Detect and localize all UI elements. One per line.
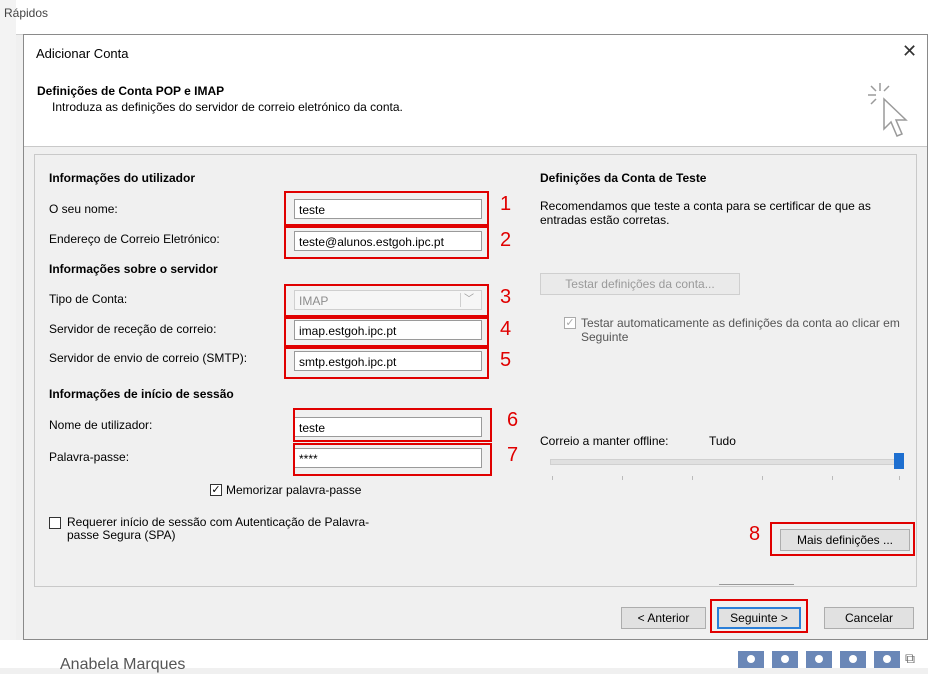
close-icon[interactable]: ✕: [902, 41, 917, 62]
incoming-server-label: Servidor de receção de correio:: [49, 322, 217, 336]
test-section-title: Definições da Conta de Teste: [540, 171, 707, 185]
test-account-settings-button[interactable]: Testar definições da conta...: [540, 273, 740, 295]
annotation-number-3: 3: [500, 286, 512, 308]
annotation-number-1: 1: [500, 193, 512, 215]
email-label: Endereço de Correio Eletrónico:: [49, 232, 220, 246]
divider: [719, 584, 794, 585]
annotation-box-6: [293, 408, 492, 442]
slider-tick: [762, 476, 763, 480]
people-avatar-icon[interactable]: [806, 651, 832, 668]
remember-password-checkbox[interactable]: ✓: [210, 484, 222, 496]
account-type-label: Tipo de Conta:: [49, 292, 128, 306]
background-person-name: Anabela Marques: [60, 656, 186, 673]
dialog-body: Informações do utilizador O seu nome: te…: [34, 154, 917, 587]
outgoing-server-label: Servidor de envio de correio (SMTP):: [49, 351, 248, 365]
slider-tick: [622, 476, 623, 480]
slider-thumb[interactable]: [894, 453, 904, 469]
slider-tick: [832, 476, 833, 480]
offline-mail-label: Correio a manter offline:: [540, 434, 669, 448]
cancel-button[interactable]: Cancelar: [824, 607, 914, 629]
annotation-number-5: 5: [500, 349, 512, 371]
cursor-sparkle-icon: [868, 83, 908, 137]
people-avatar-icon[interactable]: [772, 651, 798, 668]
page-subheading: Introduza as definições do servidor de c…: [52, 100, 403, 114]
annotation-box-5: [284, 347, 489, 379]
background-nav-pane: [0, 0, 16, 668]
annotation-box-4: [284, 317, 489, 347]
auto-test-checkbox[interactable]: ✓: [564, 317, 576, 329]
username-label: Nome de utilizador:: [49, 418, 153, 432]
annotation-box-8: [770, 522, 915, 556]
annotation-number-6: 6: [507, 409, 519, 431]
annotation-number-2: 2: [500, 229, 512, 251]
page-heading: Definições de Conta POP e IMAP: [37, 84, 225, 98]
annotation-number-8: 8: [749, 523, 761, 545]
dialog-title: Adicionar Conta: [36, 46, 129, 61]
quick-steps-label: Rápidos: [4, 6, 49, 20]
server-info-section-title: Informações sobre o servidor: [49, 262, 218, 276]
background-ribbon: [0, 0, 928, 35]
remember-password-label: Memorizar palavra-passe: [226, 483, 362, 497]
login-info-section-title: Informações de início de sessão: [49, 387, 234, 401]
annotation-number-7: 7: [507, 444, 519, 466]
name-label: O seu nome:: [49, 202, 118, 216]
people-avatar-icon[interactable]: [840, 651, 866, 668]
add-account-dialog: Adicionar Conta ✕ Definições de Conta PO…: [23, 34, 928, 640]
user-info-section-title: Informações do utilizador: [49, 171, 196, 185]
back-button[interactable]: < Anterior: [621, 607, 706, 629]
annotation-box-2: [284, 226, 489, 259]
people-avatar-icon[interactable]: [738, 651, 764, 668]
spa-checkbox[interactable]: [49, 517, 61, 529]
slider-tick: [552, 476, 553, 480]
slider-tick: [692, 476, 693, 480]
password-label: Palavra-passe:: [49, 450, 130, 464]
annotation-box-7: [293, 443, 492, 476]
annotation-box-1: [284, 191, 489, 226]
contact-card-icon[interactable]: ⧉: [905, 650, 915, 667]
annotation-box-next: [710, 599, 808, 633]
test-description: Recomendamos que teste a conta para se c…: [540, 199, 871, 227]
slider-tick: [899, 476, 900, 480]
annotation-box-3: [284, 284, 489, 317]
offline-mail-slider[interactable]: [550, 459, 902, 465]
spa-label: Requerer início de sessão com Autenticaç…: [67, 515, 370, 542]
offline-mail-value: Tudo: [709, 434, 736, 448]
people-avatar-icon[interactable]: [874, 651, 900, 668]
auto-test-label: Testar automaticamente as definições da …: [581, 316, 900, 344]
annotation-number-4: 4: [500, 318, 512, 340]
